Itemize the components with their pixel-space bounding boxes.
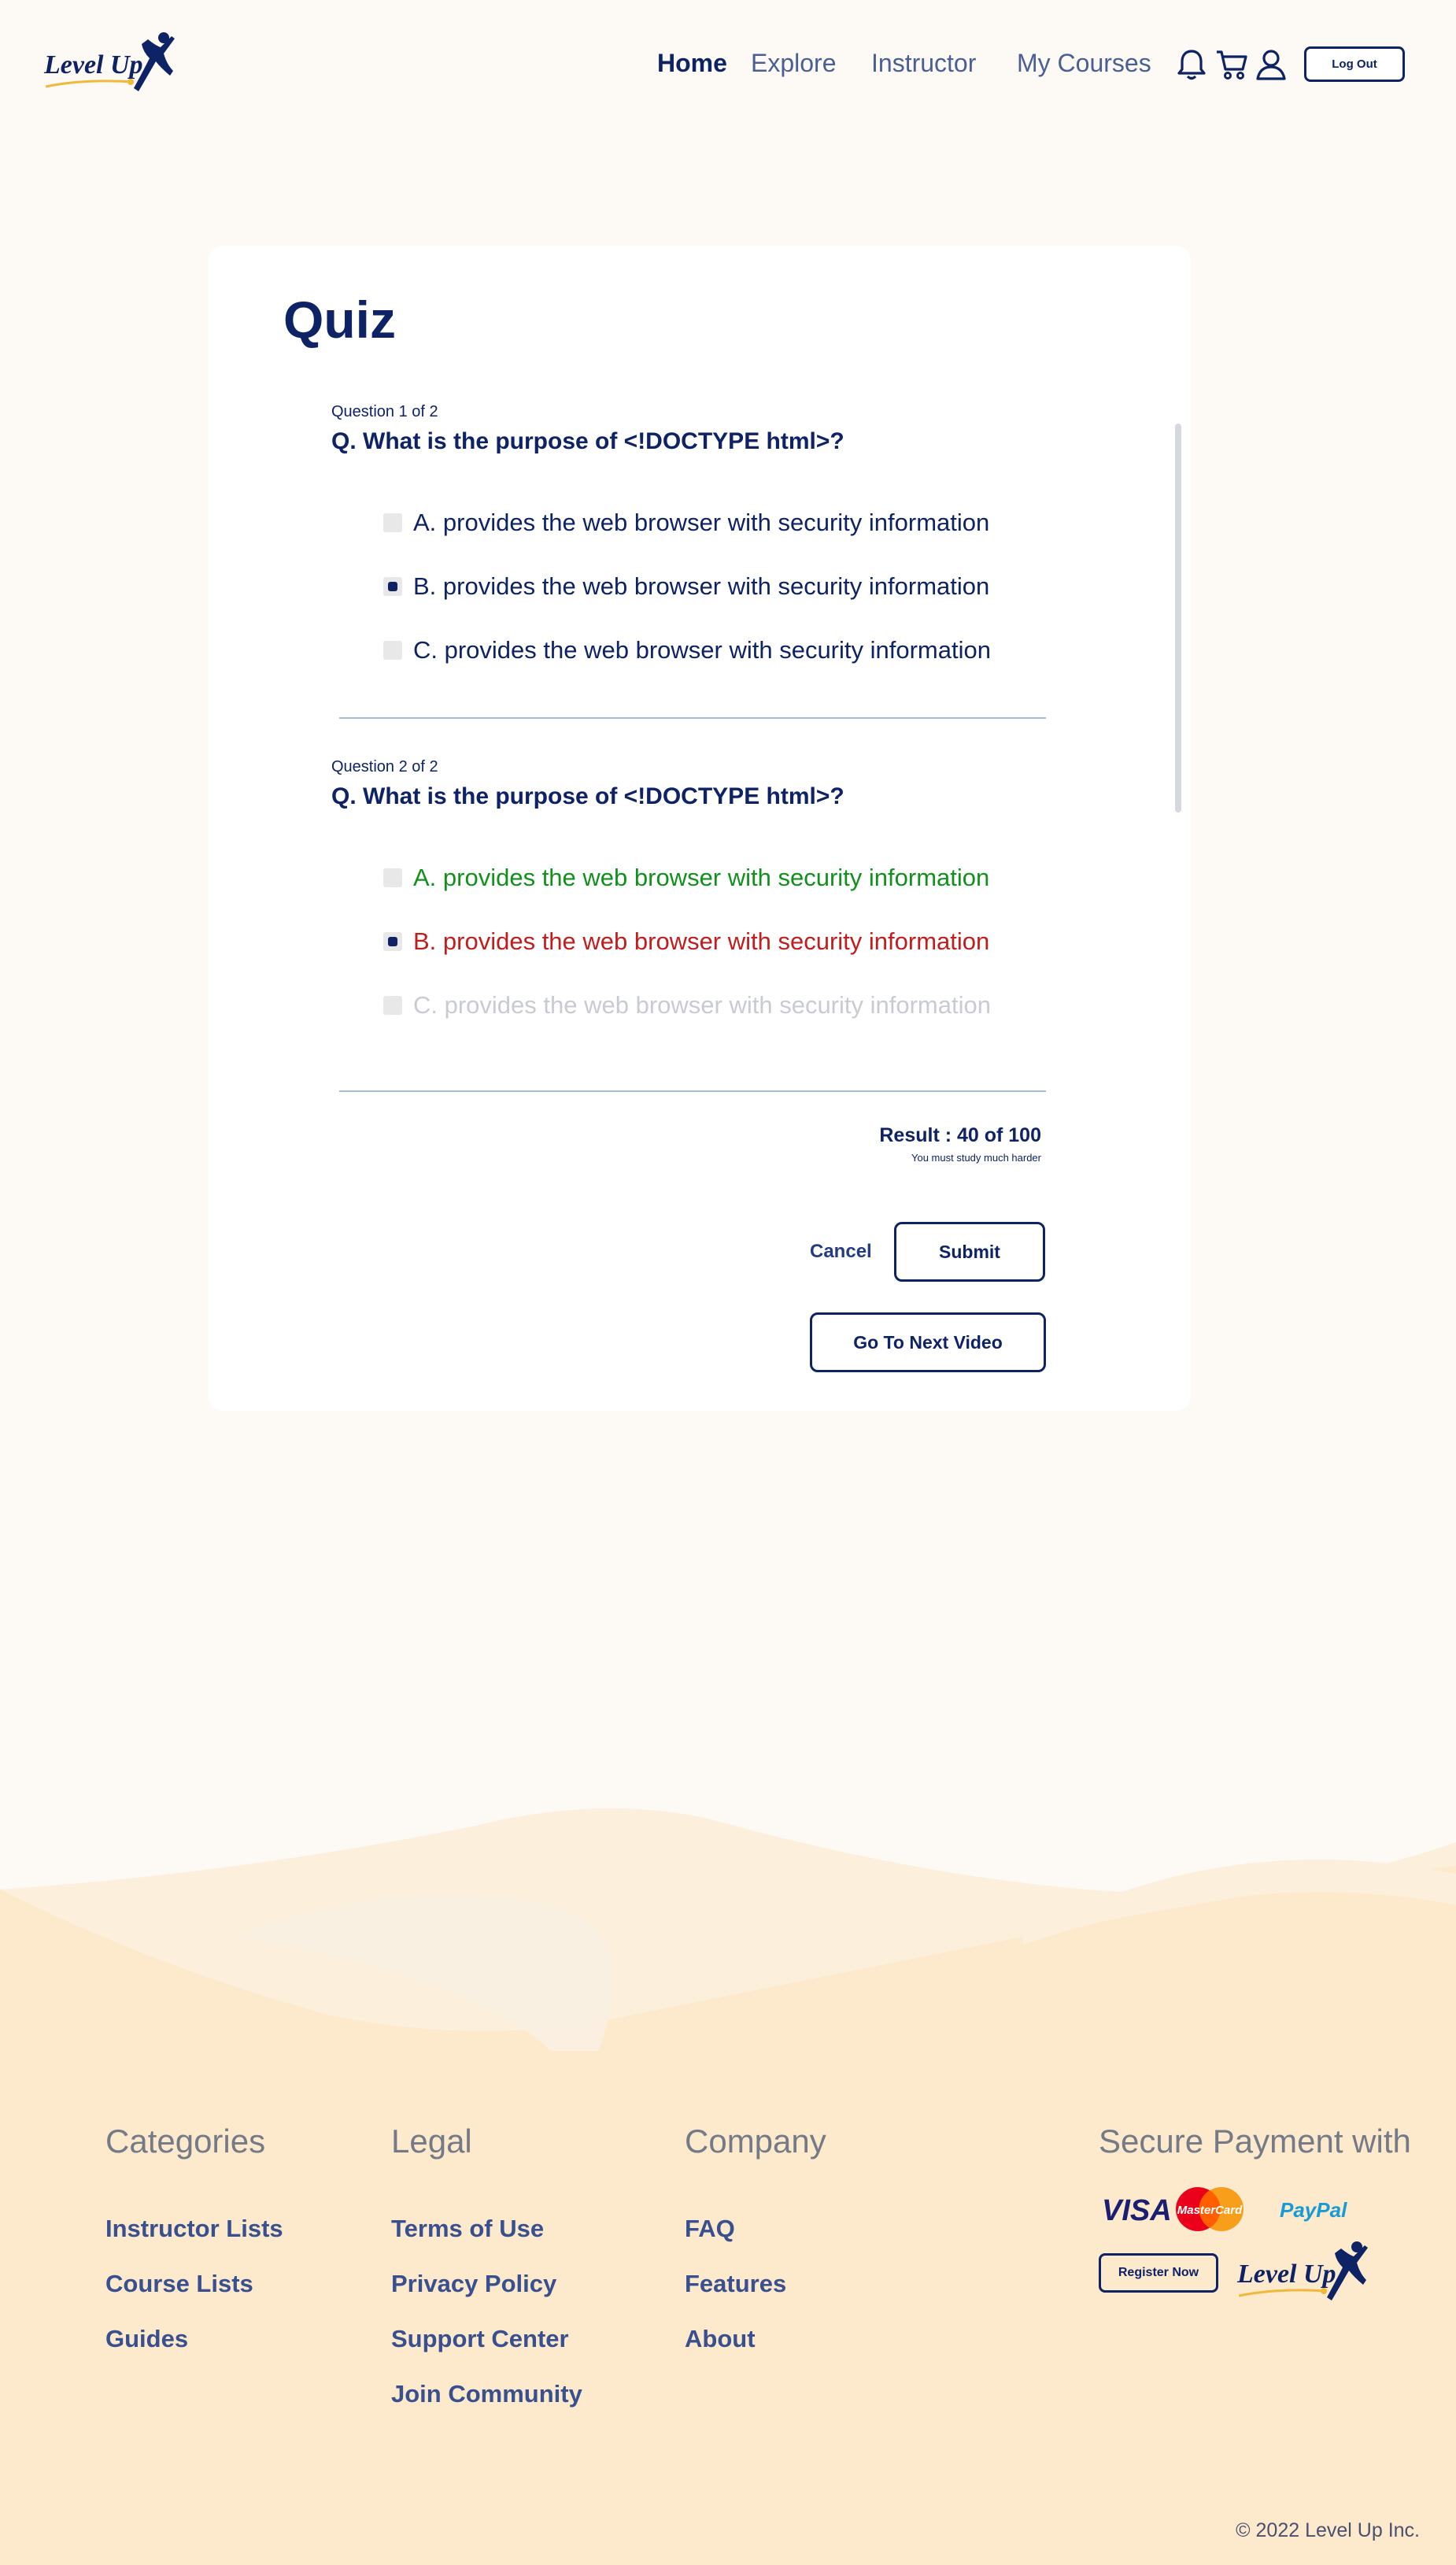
answer-checkbox[interactable]: [383, 996, 402, 1015]
logo-text: Level Up: [44, 50, 143, 80]
paypal-text: PayPal: [1280, 2198, 1347, 2222]
answer-label: A. provides the web browser with securit…: [413, 864, 990, 891]
footer-link[interactable]: Features: [685, 2270, 786, 2298]
footer-link[interactable]: Course Lists: [105, 2270, 253, 2298]
answer-checkbox[interactable]: [383, 641, 402, 660]
question-text: Q. What is the purpose of <!DOCTYPE html…: [331, 428, 844, 454]
cart-icon[interactable]: [1214, 47, 1249, 82]
footer-wave-background: [0, 1779, 1456, 2565]
answer-label: B. provides the web browser with securit…: [413, 927, 990, 955]
nav-instructor[interactable]: Instructor: [871, 49, 976, 78]
quiz-card: Quiz Question 1 of 2 Q. What is the purp…: [209, 246, 1191, 1411]
answer-option[interactable]: A. provides the web browser with securit…: [383, 507, 989, 539]
answer-label: B. provides the web browser with securit…: [413, 572, 990, 600]
answer-checkbox[interactable]: [383, 513, 402, 532]
footer-categories-heading: Categories: [105, 2123, 266, 2160]
nav-home[interactable]: Home: [657, 49, 727, 78]
nav-explore[interactable]: Explore: [751, 49, 837, 78]
answer-checkbox-checked[interactable]: [383, 932, 402, 951]
result-score: Result : 40 of 100: [879, 1124, 1041, 1146]
footer-link[interactable]: Guides: [105, 2325, 188, 2353]
result-message: You must study much harder: [911, 1152, 1041, 1164]
mastercard-text: MasterCard: [1177, 2204, 1243, 2217]
question-counter: Question 2 of 2: [331, 758, 438, 775]
answer-option[interactable]: B. provides the web browser with securit…: [383, 571, 989, 602]
footer-company-heading: Company: [685, 2123, 826, 2160]
logout-button[interactable]: Log Out: [1304, 46, 1405, 82]
quiz-result: Result : 40 of 100 You must study much h…: [879, 1124, 1041, 1164]
register-button[interactable]: Register Now: [1099, 2253, 1218, 2293]
submit-button[interactable]: Submit: [894, 1222, 1045, 1282]
footer-payment-heading: Secure Payment with: [1099, 2123, 1411, 2160]
next-video-button[interactable]: Go To Next Video: [810, 1312, 1046, 1372]
paypal-icon: PayPal: [1280, 2198, 1347, 2222]
user-icon[interactable]: [1254, 47, 1288, 82]
bell-icon[interactable]: [1174, 47, 1209, 82]
answer-checkbox-checked[interactable]: [383, 577, 402, 596]
nav-my-courses[interactable]: My Courses: [1017, 49, 1151, 78]
footer-legal-heading: Legal: [391, 2123, 472, 2160]
footer-link[interactable]: About: [685, 2325, 756, 2353]
swoosh-icon: [1239, 2288, 1327, 2297]
answer-label: A. provides the web browser with securit…: [413, 509, 990, 536]
question-counter: Question 1 of 2: [331, 403, 438, 420]
cancel-button[interactable]: Cancel: [810, 1241, 872, 1263]
logo[interactable]: Level Up: [44, 31, 186, 102]
answer-checkbox[interactable]: [383, 868, 402, 887]
mastercard-icon: MasterCard: [1176, 2187, 1244, 2231]
answer-option-correct[interactable]: A. provides the web browser with securit…: [383, 862, 989, 894]
footer-logo-text: Level Up: [1237, 2260, 1336, 2289]
visa-icon: VISA: [1102, 2194, 1172, 2227]
answer-label: C. provides the web browser with securit…: [413, 636, 991, 664]
answer-option[interactable]: C. provides the web browser with securit…: [383, 990, 991, 1021]
footer-link[interactable]: Privacy Policy: [391, 2270, 556, 2298]
footer-link[interactable]: Instructor Lists: [105, 2215, 283, 2243]
answer-label: C. provides the web browser with securit…: [413, 991, 991, 1019]
footer-link[interactable]: Terms of Use: [391, 2215, 544, 2243]
footer-link[interactable]: FAQ: [685, 2215, 735, 2243]
payment-logos: VISA MasterCard PayPal: [1102, 2187, 1347, 2231]
swoosh-icon: [46, 79, 134, 88]
footer-link[interactable]: Support Center: [391, 2325, 569, 2353]
question-divider: [339, 717, 1046, 719]
quiz-scrollbar[interactable]: [1175, 424, 1181, 812]
question-divider: [339, 1090, 1046, 1092]
answer-option[interactable]: C. provides the web browser with securit…: [383, 635, 991, 666]
question-text: Q. What is the purpose of <!DOCTYPE html…: [331, 783, 844, 809]
visa-text: VISA: [1102, 2194, 1172, 2227]
footer-link[interactable]: Join Community: [391, 2380, 582, 2408]
quiz-title: Quiz: [283, 291, 396, 349]
copyright-text: © 2022 Level Up Inc.: [1236, 2519, 1420, 2541]
answer-option-wrong[interactable]: B. provides the web browser with securit…: [383, 926, 989, 957]
footer-logo[interactable]: Level Up: [1237, 2241, 1379, 2311]
